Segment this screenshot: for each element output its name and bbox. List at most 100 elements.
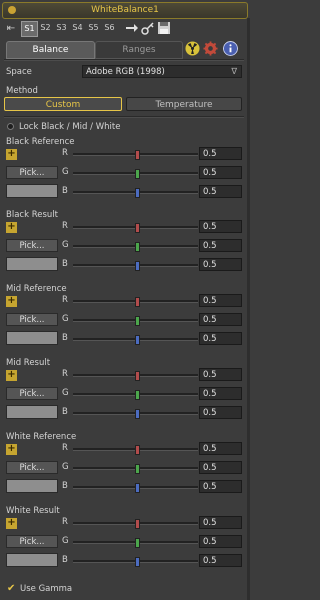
slider-g[interactable]: [73, 242, 198, 252]
slot-s4[interactable]: S4: [70, 21, 85, 35]
slider-thumb[interactable]: [134, 169, 140, 179]
info-icon[interactable]: [223, 41, 238, 56]
slider-g[interactable]: [73, 390, 198, 400]
channel-label-r: R: [62, 517, 68, 527]
slot-s3[interactable]: S3: [54, 21, 69, 35]
value-field-g[interactable]: 0.5: [199, 239, 242, 252]
slot-s6[interactable]: S6: [102, 21, 117, 35]
color-swatch[interactable]: [6, 331, 58, 345]
slider-r[interactable]: [73, 223, 198, 233]
color-swatch[interactable]: [6, 405, 58, 419]
slider-thumb[interactable]: [134, 445, 140, 455]
color-swatch[interactable]: [6, 257, 58, 271]
value-field-r[interactable]: 0.5: [199, 442, 242, 455]
value-field-b[interactable]: 0.5: [199, 480, 242, 493]
slider-r[interactable]: [73, 445, 198, 455]
value-field-b[interactable]: 0.5: [199, 258, 242, 271]
slider-thumb[interactable]: [134, 261, 140, 271]
section-title: White Reference: [6, 432, 77, 442]
tab-ranges[interactable]: Ranges: [95, 41, 183, 59]
value-field-b[interactable]: 0.5: [199, 185, 242, 198]
color-swatch[interactable]: [6, 479, 58, 493]
section-title: Mid Result: [6, 358, 51, 368]
slider-g[interactable]: [73, 464, 198, 474]
slider-thumb[interactable]: [134, 150, 140, 160]
slider-thumb[interactable]: [134, 390, 140, 400]
value-field-r[interactable]: 0.5: [199, 147, 242, 160]
value-field-g[interactable]: 0.5: [199, 313, 242, 326]
slider-thumb[interactable]: [134, 188, 140, 198]
slider-b[interactable]: [73, 261, 198, 271]
slider-thumb[interactable]: [134, 519, 140, 529]
expand-plus-icon[interactable]: +: [6, 370, 17, 381]
value-field-r[interactable]: 0.5: [199, 516, 242, 529]
slider-thumb[interactable]: [134, 371, 140, 381]
slider-thumb[interactable]: [134, 297, 140, 307]
slider-thumb[interactable]: [134, 316, 140, 326]
save-icon[interactable]: [157, 21, 171, 35]
channel-label-g: G: [62, 314, 69, 324]
slider-r[interactable]: [73, 150, 198, 160]
use-gamma-checkbox[interactable]: ✔: [7, 584, 16, 594]
color-swatch[interactable]: [6, 184, 58, 198]
pick-button[interactable]: Pick...: [6, 239, 58, 252]
slot-s5[interactable]: S5: [86, 21, 101, 35]
pick-button[interactable]: Pick...: [6, 461, 58, 474]
channel-label-b: B: [62, 481, 68, 491]
method-temperature-button[interactable]: Temperature: [126, 97, 242, 111]
expand-plus-icon[interactable]: +: [6, 149, 17, 160]
settings-icon[interactable]: [203, 41, 218, 56]
slider-b[interactable]: [73, 483, 198, 493]
method-custom-button[interactable]: Custom: [4, 97, 122, 111]
pick-button[interactable]: Pick...: [6, 166, 58, 179]
slider-b[interactable]: [73, 335, 198, 345]
slider-g[interactable]: [73, 538, 198, 548]
expand-plus-icon[interactable]: +: [6, 518, 17, 529]
arrow-right-icon[interactable]: [125, 21, 139, 35]
value-field-g[interactable]: 0.5: [199, 535, 242, 548]
value-field-g[interactable]: 0.5: [199, 387, 242, 400]
slider-thumb[interactable]: [134, 335, 140, 345]
slider-thumb[interactable]: [134, 464, 140, 474]
slider-thumb[interactable]: [134, 483, 140, 493]
value-field-r[interactable]: 0.5: [199, 294, 242, 307]
value-field-b[interactable]: 0.5: [199, 332, 242, 345]
pick-button[interactable]: Pick...: [6, 535, 58, 548]
value-field-r[interactable]: 0.5: [199, 368, 242, 381]
slider-g[interactable]: [73, 316, 198, 326]
lock-radio[interactable]: [7, 123, 14, 130]
slider-r[interactable]: [73, 297, 198, 307]
expand-plus-icon[interactable]: +: [6, 444, 17, 455]
slider-b[interactable]: [73, 409, 198, 419]
tab-balance[interactable]: Balance: [6, 41, 95, 59]
value-field-g[interactable]: 0.5: [199, 166, 242, 179]
slider-r[interactable]: [73, 519, 198, 529]
value-field-g[interactable]: 0.5: [199, 461, 242, 474]
radiation-icon[interactable]: [185, 41, 200, 56]
slider-thumb[interactable]: [134, 223, 140, 233]
color-swatch[interactable]: [6, 553, 58, 567]
node-title-bar[interactable]: WhiteBalance1: [2, 2, 248, 19]
pick-button[interactable]: Pick...: [6, 313, 58, 326]
slider-thumb[interactable]: [134, 409, 140, 419]
slider-r[interactable]: [73, 371, 198, 381]
value-field-r[interactable]: 0.5: [199, 220, 242, 233]
slider-g[interactable]: [73, 169, 198, 179]
expand-plus-icon[interactable]: +: [6, 296, 17, 307]
slider-thumb[interactable]: [134, 557, 140, 567]
slider-thumb[interactable]: [134, 242, 140, 252]
pick-button[interactable]: Pick...: [6, 387, 58, 400]
slot-s1[interactable]: S1: [21, 21, 38, 37]
value-field-b[interactable]: 0.5: [199, 406, 242, 419]
slider-b[interactable]: [73, 188, 198, 198]
slot-s2[interactable]: S2: [38, 21, 53, 35]
slider-b[interactable]: [73, 557, 198, 567]
expand-plus-icon[interactable]: +: [6, 222, 17, 233]
key-icon[interactable]: [141, 21, 155, 35]
toolbar: ⇤ S1 S2 S3 S4 S5 S6: [3, 20, 247, 38]
slider-thumb[interactable]: [134, 538, 140, 548]
scrollbar[interactable]: [247, 18, 250, 600]
space-dropdown[interactable]: Adobe RGB (1998) ∇: [82, 65, 242, 78]
value-field-b[interactable]: 0.5: [199, 554, 242, 567]
pin-icon[interactable]: ⇤: [5, 23, 17, 35]
